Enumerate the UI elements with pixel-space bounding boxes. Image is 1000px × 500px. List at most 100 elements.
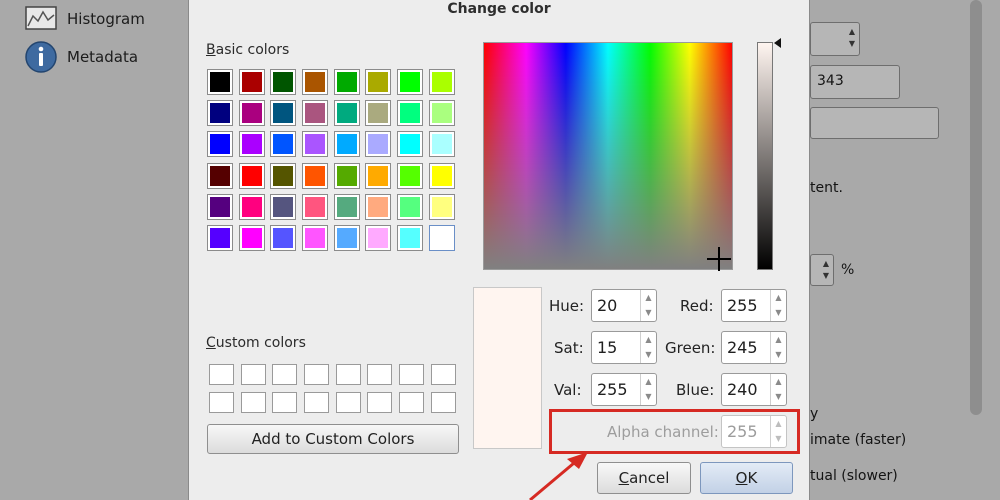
spin-arrows-icon[interactable]: ▲ ▼ <box>640 374 656 405</box>
spin-arrows-icon[interactable]: ▲ ▼ <box>770 332 786 363</box>
dialog-title: Change color <box>447 1 551 17</box>
basic-color-swatch[interactable] <box>302 224 329 251</box>
custom-color-slot[interactable] <box>304 392 330 413</box>
basic-color-swatch[interactable] <box>270 69 297 95</box>
basic-color-swatch[interactable] <box>428 193 455 220</box>
basic-color-swatch[interactable] <box>397 224 424 251</box>
custom-color-slot[interactable] <box>430 392 456 413</box>
basic-color-swatch[interactable] <box>333 69 360 95</box>
background-scrollbar[interactable] <box>970 0 982 415</box>
custom-color-slot[interactable] <box>399 392 425 413</box>
custom-color-slot[interactable] <box>240 364 266 385</box>
custom-color-slot[interactable] <box>209 392 234 413</box>
basic-color-swatch[interactable] <box>333 224 360 251</box>
basic-color-swatch[interactable] <box>365 131 392 158</box>
swatch-fill <box>241 72 262 92</box>
sat-spinbox[interactable]: 15 ▲ ▼ <box>591 331 657 364</box>
basic-color-swatch[interactable] <box>238 69 265 95</box>
basic-color-swatch[interactable] <box>207 193 233 220</box>
ok-button[interactable]: OK <box>700 462 793 494</box>
add-to-custom-colors-button[interactable]: Add to Custom Colors <box>207 424 459 454</box>
sidebar-item-label: Metadata <box>67 48 139 66</box>
basic-color-swatch[interactable] <box>365 193 392 220</box>
basic-color-swatch[interactable] <box>270 162 297 189</box>
green-spinbox[interactable]: 245 ▲ ▼ <box>721 331 787 364</box>
background-spin-field[interactable]: ▲ ▼ <box>810 22 860 56</box>
basic-color-swatch[interactable] <box>428 131 455 158</box>
blue-spinbox[interactable]: 240 ▲ ▼ <box>721 373 787 406</box>
sidebar-item-metadata[interactable]: Metadata <box>25 40 138 74</box>
spin-arrows-icon[interactable]: ▲ ▼ <box>770 374 786 405</box>
background-option-slower[interactable]: tual (slower) <box>810 468 898 484</box>
custom-color-slot[interactable] <box>209 364 234 385</box>
basic-color-swatch[interactable] <box>333 193 360 220</box>
basic-color-swatch[interactable] <box>207 224 233 251</box>
basic-color-swatch[interactable] <box>238 193 265 220</box>
basic-color-swatch[interactable] <box>270 131 297 158</box>
basic-color-swatch[interactable] <box>397 100 424 127</box>
basic-color-swatch[interactable] <box>302 162 329 189</box>
val-spinbox[interactable]: 255 ▲ ▼ <box>591 373 657 406</box>
basic-color-swatch[interactable] <box>302 131 329 158</box>
spin-arrows-icon[interactable]: ▲ ▼ <box>770 290 786 321</box>
sidebar-item-histogram[interactable]: Histogram <box>25 6 145 32</box>
basic-color-swatch[interactable] <box>333 100 360 127</box>
swatch-fill <box>336 196 357 217</box>
custom-color-slot[interactable] <box>335 364 361 385</box>
basic-color-swatch[interactable] <box>270 100 297 127</box>
red-spinbox[interactable]: 255 ▲ ▼ <box>721 289 787 322</box>
custom-color-slot[interactable] <box>304 364 330 385</box>
basic-color-swatch[interactable] <box>207 69 233 95</box>
background-option-faster[interactable]: imate (faster) <box>810 432 906 448</box>
custom-color-slot[interactable] <box>367 364 393 385</box>
swatch-fill <box>400 72 421 92</box>
value-slider-pointer-icon[interactable] <box>774 38 781 48</box>
basic-color-swatch[interactable] <box>365 162 392 189</box>
basic-color-swatch[interactable] <box>397 69 424 95</box>
basic-color-swatch[interactable] <box>333 131 360 158</box>
basic-color-swatch[interactable] <box>238 100 265 127</box>
background-text-field[interactable]: 343 <box>810 65 900 99</box>
basic-color-swatch[interactable] <box>302 100 329 127</box>
swatch-fill <box>273 196 294 217</box>
basic-color-swatch[interactable] <box>207 162 233 189</box>
basic-color-swatch[interactable] <box>428 69 455 95</box>
hue-spinbox[interactable]: 20 ▲ ▼ <box>591 289 657 322</box>
custom-color-slot[interactable] <box>367 392 393 413</box>
cancel-button[interactable]: Cancel <box>597 462 691 494</box>
basic-color-swatch[interactable] <box>428 224 455 251</box>
basic-color-swatch[interactable] <box>397 162 424 189</box>
basic-color-swatch[interactable] <box>428 162 455 189</box>
basic-color-swatch[interactable] <box>365 224 392 251</box>
basic-color-swatch[interactable] <box>238 224 265 251</box>
basic-color-swatch[interactable] <box>238 162 265 189</box>
basic-color-swatch[interactable] <box>365 69 392 95</box>
value-slider[interactable] <box>757 42 773 270</box>
custom-color-slot[interactable] <box>335 392 361 413</box>
basic-color-swatch[interactable] <box>207 100 233 127</box>
basic-color-swatch[interactable] <box>333 162 360 189</box>
basic-color-swatch[interactable] <box>365 100 392 127</box>
custom-color-slot[interactable] <box>430 364 456 385</box>
swatch-fill <box>431 72 452 92</box>
basic-color-swatch[interactable] <box>397 193 424 220</box>
swatch-fill <box>305 72 326 92</box>
basic-color-swatch[interactable] <box>270 193 297 220</box>
basic-color-swatch[interactable] <box>397 131 424 158</box>
basic-color-swatch[interactable] <box>207 131 233 158</box>
spin-arrows-icon[interactable]: ▲ ▼ <box>640 290 656 321</box>
custom-color-slot[interactable] <box>272 392 298 413</box>
background-spin-field-2[interactable]: ▲ ▼ <box>810 254 834 286</box>
basic-color-swatch[interactable] <box>270 224 297 251</box>
basic-color-swatch[interactable] <box>302 193 329 220</box>
spin-arrows-icon[interactable]: ▲ ▼ <box>640 332 656 363</box>
hue-saturation-spectrum[interactable] <box>483 42 733 271</box>
basic-color-swatch[interactable] <box>302 69 329 95</box>
green-label: Green: <box>665 339 716 357</box>
basic-color-swatch[interactable] <box>428 100 455 127</box>
custom-color-slot[interactable] <box>272 364 298 385</box>
custom-color-slot[interactable] <box>240 392 266 413</box>
background-button[interactable] <box>810 107 939 139</box>
basic-color-swatch[interactable] <box>238 131 265 158</box>
custom-color-slot[interactable] <box>399 364 425 385</box>
